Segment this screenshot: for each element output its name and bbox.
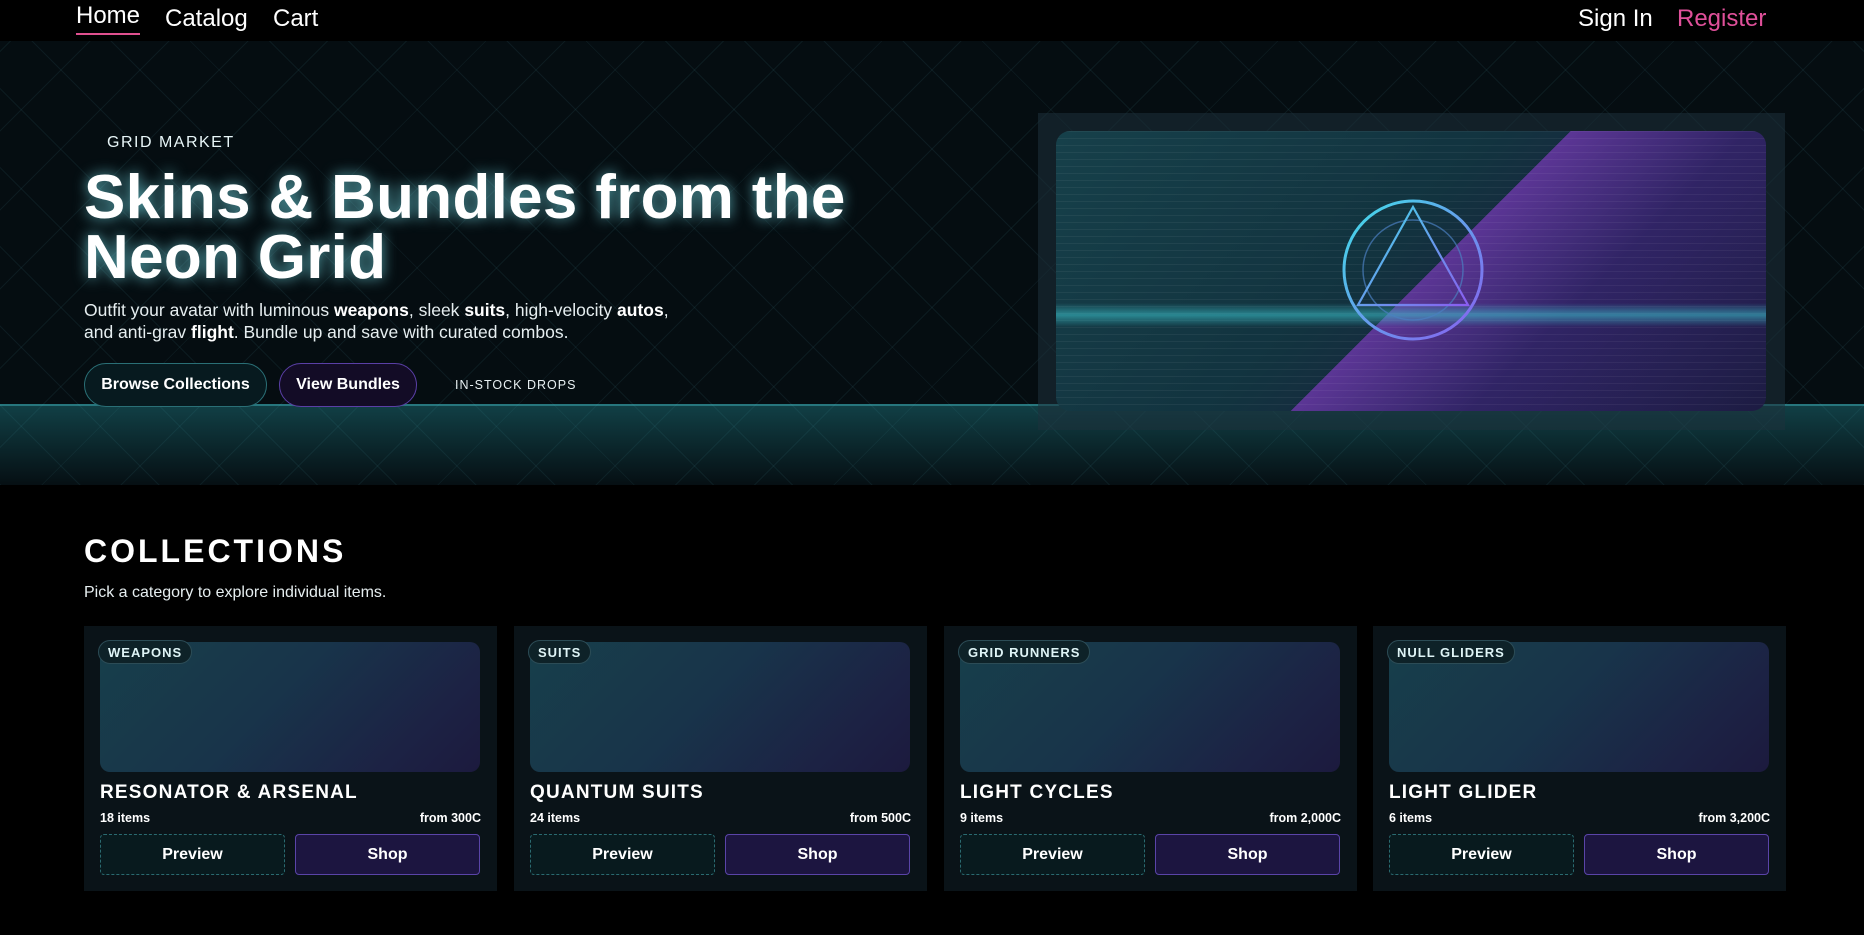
view-bundles-button[interactable]: View Bundles [279,363,417,407]
collection-price: from 2,000C [1269,811,1341,825]
lead-bold: weapons [333,300,409,320]
collection-card: NULL GLIDERS LIGHT GLIDER 6 items from 3… [1373,626,1786,891]
collection-card: SUITS QUANTUM SUITS 24 items from 500C P… [514,626,927,891]
collection-name: LIGHT GLIDER [1389,782,1538,803]
lead-bold: autos [617,300,664,320]
lead-text: Outfit your avatar with luminous [84,300,334,320]
collection-tag: WEAPONS [98,640,193,664]
collection-thumbnail [530,642,910,772]
hero-eyebrow: GRID MARKET [107,134,235,151]
collections-heading: COLLECTIONS [84,533,347,569]
collection-price: from 300C [419,811,481,825]
hero-visual-screen [1056,131,1766,411]
collection-count: 24 items [530,811,581,825]
preview-button[interactable]: Preview [1389,834,1574,875]
nav-sign-in-link[interactable]: Sign In [1578,6,1653,32]
lead-text: . Bundle up and save with curated combos… [233,322,569,342]
hero-lead: Outfit your avatar with luminous weapons… [84,299,684,343]
preview-button[interactable]: Preview [960,834,1145,875]
hero-visual-panel [1038,113,1785,430]
nav-cart-link[interactable]: Cart [273,6,318,32]
preview-button[interactable]: Preview [530,834,715,875]
collection-name: LIGHT CYCLES [960,782,1114,803]
in-stock-drops-link[interactable]: IN-STOCK DROPS [455,378,576,392]
browse-collections-button[interactable]: Browse Collections [84,363,267,407]
nav-catalog-link[interactable]: Catalog [165,6,248,32]
collection-tag: NULL GLIDERS [1387,640,1515,664]
collection-card: GRID RUNNERS LIGHT CYCLES 9 items from 2… [944,626,1357,891]
shop-button[interactable]: Shop [1155,834,1340,875]
collection-count: 6 items [1389,811,1433,825]
collection-price: from 500C [849,811,911,825]
shop-button[interactable]: Shop [1584,834,1769,875]
collection-card: WEAPONS RESONATOR & ARSENAL 18 items fro… [84,626,497,891]
lead-text: , high-velocity [505,300,618,320]
collection-name: RESONATOR & ARSENAL [100,782,358,803]
top-nav: Home Catalog Cart Sign In Register [0,0,1864,41]
shop-button[interactable]: Shop [295,834,480,875]
lead-text: , sleek [408,300,465,320]
collections-subtitle: Pick a category to explore individual it… [84,584,387,601]
preview-button[interactable]: Preview [100,834,285,875]
nav-register-link[interactable]: Register [1677,6,1766,32]
shop-button[interactable]: Shop [725,834,910,875]
hero-title: Skins & Bundles from the Neon Grid [84,163,846,292]
nav-home-link[interactable]: Home [76,3,141,35]
collection-price: from 3,200C [1698,811,1770,825]
collection-count: 18 items [100,811,151,825]
lead-bold: suits [464,300,506,320]
collection-name: QUANTUM SUITS [530,782,704,803]
collection-tag: GRID RUNNERS [958,640,1091,664]
collection-tag: SUITS [528,640,592,664]
lead-bold: flight [191,322,234,342]
circle-triangle-emblem-icon [1342,199,1484,341]
collection-count: 9 items [960,811,1004,825]
hero-section: GRID MARKET Skins & Bundles from the Neo… [0,41,1864,485]
